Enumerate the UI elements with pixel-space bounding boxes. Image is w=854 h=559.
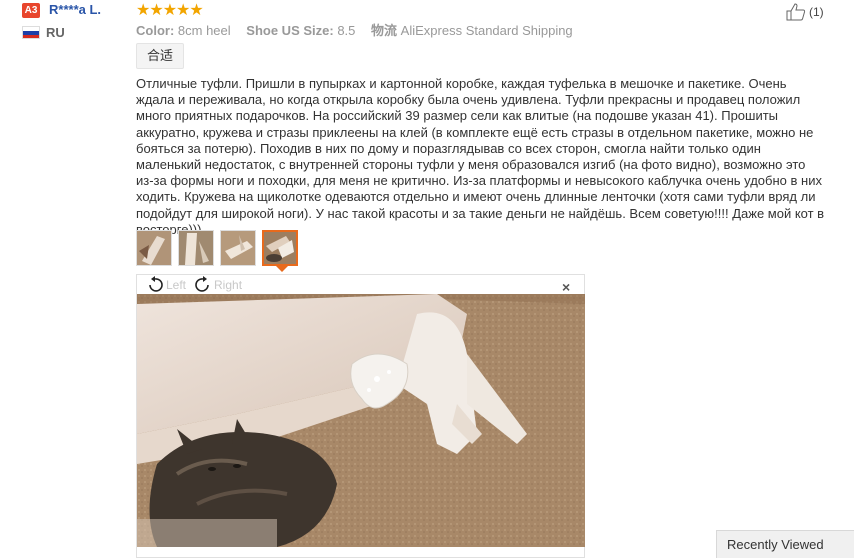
rotate-left-button[interactable]: Left <box>146 276 186 294</box>
fit-tag: 合适 <box>136 43 185 69</box>
attr-size-value: 8.5 <box>337 23 356 38</box>
order-attributes: Color: 8cm heel Shoe US Size: 8.5 物流 Ali… <box>136 20 585 39</box>
rotate-left-icon <box>149 276 163 292</box>
review-photo-large <box>137 294 585 547</box>
rotate-right-button[interactable]: Right <box>194 276 242 294</box>
photo-thumbnail[interactable] <box>178 230 214 266</box>
star-rating: ★★★★★ <box>136 2 204 19</box>
reviewer-name[interactable]: R****a L. <box>49 2 101 17</box>
rotate-right-icon <box>195 276 209 292</box>
recently-viewed-button[interactable]: Recently Viewed <box>716 530 854 558</box>
reviewer-country: RU <box>46 25 65 40</box>
helpful-count: (1) <box>809 5 824 19</box>
country-flag-icon <box>22 26 40 39</box>
photo-thumbnail[interactable] <box>136 230 172 266</box>
attr-color-label: Color: <box>136 23 175 38</box>
attr-size-label: Shoe US Size: <box>246 23 334 38</box>
thumbs-up-icon <box>786 3 806 21</box>
close-viewer-button[interactable]: × <box>562 279 570 295</box>
active-thumb-indicator <box>276 266 288 272</box>
rotate-controls: Left Right <box>146 276 242 294</box>
reviewer-level-badge: A3 <box>22 3 40 18</box>
attr-color-value: 8cm heel <box>177 23 231 38</box>
photo-thumbnail-active[interactable] <box>262 230 298 266</box>
photo-thumbnails <box>136 230 298 266</box>
rotate-left-label: Left <box>166 278 187 292</box>
attr-shipping-label: 物流 <box>371 23 398 38</box>
rotate-right-label: Right <box>214 278 243 292</box>
review-text: Отличные туфли. Пришли в пупырках и карт… <box>136 76 825 237</box>
helpful-button[interactable]: (1) <box>786 3 824 21</box>
photo-thumbnail[interactable] <box>220 230 256 266</box>
attr-shipping-value: AliExpress Standard Shipping <box>400 23 573 38</box>
